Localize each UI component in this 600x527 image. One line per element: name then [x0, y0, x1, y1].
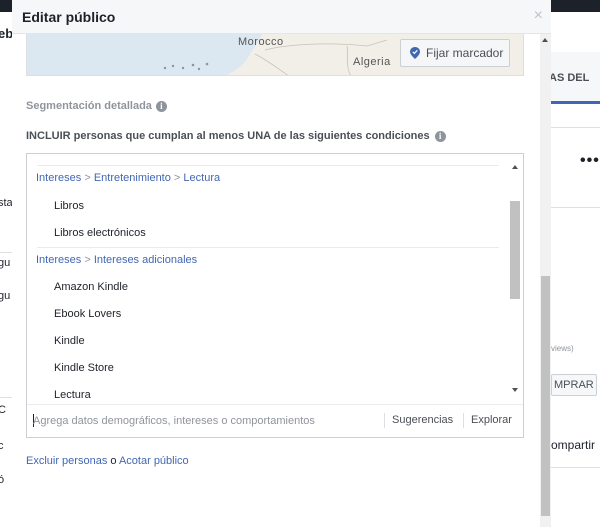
- audience-actions: Excluir personas o Acotar público: [26, 455, 189, 467]
- info-icon[interactable]: i: [434, 130, 446, 142]
- map-label: Algeria: [353, 56, 391, 68]
- bg-reviews: views): [551, 344, 574, 353]
- crumb-link[interactable]: Lectura: [183, 172, 220, 184]
- bg-tab: AS DEL: [549, 52, 600, 104]
- map-pin-icon: [410, 47, 420, 59]
- interest-search-input[interactable]: [33, 413, 373, 429]
- exclude-people-link[interactable]: Excluir personas: [26, 455, 107, 467]
- crumb-link[interactable]: Entretenimiento: [94, 172, 171, 184]
- bg-left-fragment: c: [0, 440, 4, 452]
- interests-box: Intereses > Entretenimiento > Lectura Li…: [26, 153, 524, 438]
- modal-scrollbar[interactable]: [540, 34, 551, 527]
- info-icon[interactable]: i: [155, 100, 167, 112]
- interest-breadcrumb: Intereses > Intereses adicionales: [36, 254, 197, 266]
- pin-marker-button[interactable]: Fijar marcador: [400, 39, 510, 67]
- close-icon[interactable]: ×: [534, 8, 543, 24]
- detailed-targeting-label: Segmentación detallada: [26, 100, 152, 112]
- interest-item[interactable]: Lectura: [54, 389, 91, 401]
- interest-item[interactable]: Libros electrónicos: [54, 227, 146, 239]
- divider: [384, 413, 385, 428]
- bg-share: ompartir: [551, 438, 596, 452]
- scroll-up-icon[interactable]: [542, 38, 548, 42]
- divider: [551, 127, 600, 128]
- divider: [463, 413, 464, 428]
- crumb-separator: >: [84, 172, 91, 184]
- interest-item[interactable]: Amazon Kindle: [54, 281, 128, 293]
- location-map[interactable]: Morocco Algeria Fijar marcador: [26, 34, 524, 76]
- divider: [551, 467, 600, 468]
- bg-left-fragment: C: [0, 404, 6, 416]
- divider: [37, 247, 499, 248]
- divider: [0, 397, 12, 398]
- include-conditions-title: INCLUIR personas que cumplan al menos UN…: [26, 130, 446, 142]
- background-left-column: eb sta gu gu C c ó: [0, 12, 13, 527]
- interest-item[interactable]: Kindle: [54, 335, 85, 347]
- crumb-separator: >: [173, 172, 181, 184]
- scroll-down-icon[interactable]: [512, 388, 518, 392]
- pin-marker-label: Fijar marcador: [426, 46, 504, 60]
- background-right-column: AS DEL ••• views) MPRAR ompartir: [549, 12, 600, 527]
- conjunction: o: [110, 455, 117, 467]
- suggestions-link[interactable]: Sugerencias: [392, 414, 453, 426]
- divider: [551, 207, 600, 208]
- interests-scrollbar[interactable]: [508, 159, 522, 398]
- bg-buy-label: MPRAR: [554, 379, 594, 391]
- divider: [37, 165, 499, 166]
- interests-list: Intereses > Entretenimiento > Lectura Li…: [27, 154, 508, 404]
- bg-left-fragment: gu: [0, 257, 11, 269]
- include-conditions-label: INCLUIR personas que cumplan al menos UN…: [26, 130, 430, 142]
- crumb-link[interactable]: Intereses adicionales: [94, 254, 197, 266]
- explore-link[interactable]: Explorar: [471, 414, 512, 426]
- crumb-separator: >: [84, 254, 91, 266]
- more-icon: •••: [580, 152, 600, 169]
- divider: [0, 252, 12, 253]
- scroll-thumb[interactable]: [541, 276, 550, 516]
- map-label: Morocco: [238, 36, 284, 48]
- interest-breadcrumb: Intereses > Entretenimiento > Lectura: [36, 172, 220, 184]
- bg-buy-button: MPRAR: [551, 374, 597, 396]
- bg-left-fragment: sta: [0, 197, 13, 209]
- scroll-thumb[interactable]: [510, 201, 520, 299]
- edit-audience-modal: Editar público × Morocco Algeria Fijar m…: [12, 0, 551, 527]
- bg-left-fragment: gu: [0, 290, 11, 302]
- interest-item[interactable]: Kindle Store: [54, 362, 114, 374]
- interest-item[interactable]: Libros: [54, 200, 84, 212]
- crumb-link[interactable]: Intereses: [36, 172, 81, 184]
- interest-search-row: Sugerencias Explorar: [27, 404, 523, 437]
- narrow-audience-link[interactable]: Acotar público: [119, 455, 189, 467]
- crumb-link[interactable]: Intereses: [36, 254, 81, 266]
- scroll-up-icon[interactable]: [512, 165, 518, 169]
- bg-left-fragment: ó: [0, 474, 5, 486]
- interest-item[interactable]: Ebook Lovers: [54, 308, 121, 320]
- bg-tab-label: AS DEL: [549, 72, 590, 84]
- modal-title: Editar público: [22, 9, 116, 25]
- modal-header: Editar público ×: [12, 0, 551, 34]
- detailed-targeting-title: Segmentación detallada i: [26, 100, 167, 112]
